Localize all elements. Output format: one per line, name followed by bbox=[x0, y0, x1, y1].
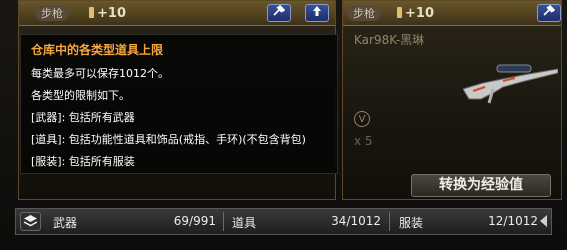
card-header: 步枪 +10 bbox=[343, 1, 561, 26]
upgrade-button[interactable] bbox=[305, 4, 329, 22]
item-count-value: 34/1012 bbox=[331, 214, 381, 228]
weapon-name: Kar98K-黑琳 bbox=[354, 33, 425, 47]
tooltip-line: [武器]: 包括所有武器 bbox=[31, 111, 135, 124]
level-icon bbox=[397, 7, 402, 18]
storage-capacity-bar: 武器 69/991 道具 34/1012 服装 12/1012 bbox=[15, 208, 552, 235]
wrench-screwdriver-icon bbox=[273, 4, 286, 16]
weapon-count-value: 69/991 bbox=[173, 214, 216, 228]
scroll-left-icon[interactable] bbox=[540, 215, 547, 227]
item-count: x 5 bbox=[354, 134, 373, 148]
tooltip-line: 每类最多可以保存1012个。 bbox=[31, 67, 169, 80]
category-tag: 步枪 bbox=[35, 6, 69, 21]
divider bbox=[223, 212, 224, 231]
upgrade-level-value: +10 bbox=[405, 6, 434, 21]
wrench-screwdriver-icon bbox=[543, 4, 556, 16]
category-tag: 步枪 bbox=[347, 6, 381, 21]
tooltip-line: 各类型的限制如下。 bbox=[31, 89, 130, 102]
upgrade-level: +10 bbox=[397, 5, 434, 22]
tools-icon[interactable] bbox=[267, 4, 291, 22]
tooltip-line: [服装]: 包括所有服装 bbox=[31, 155, 135, 168]
convert-to-exp-button[interactable]: 转换为经验值 bbox=[411, 174, 551, 197]
upgrade-level-value: +10 bbox=[97, 6, 126, 21]
divider bbox=[389, 212, 390, 231]
tooltip-title: 仓库中的各类型道具上限 bbox=[31, 43, 164, 57]
sniper-rifle-image bbox=[463, 64, 558, 104]
card-header: 步枪 +10 bbox=[19, 1, 335, 26]
circle-v-icon: V bbox=[354, 111, 370, 127]
weapon-count-label: 武器 bbox=[53, 216, 78, 230]
arrow-up-icon bbox=[313, 6, 321, 16]
tools-icon[interactable] bbox=[537, 4, 561, 22]
costume-count-label: 服装 bbox=[399, 216, 424, 230]
upgrade-level: +10 bbox=[89, 5, 126, 22]
costume-count-value: 12/1012 bbox=[488, 214, 538, 228]
storage-limit-tooltip: 仓库中的各类型道具上限 每类最多可以保存1012个。 各类型的限制如下。 [武器… bbox=[20, 34, 338, 174]
layers-icon[interactable] bbox=[20, 212, 41, 231]
item-count-label: 道具 bbox=[232, 216, 257, 230]
level-icon bbox=[89, 7, 94, 18]
weapon-card-right[interactable]: 步枪 +10 Kar98K-黑琳 V x 5 转换为经验值 bbox=[342, 0, 562, 200]
tooltip-line: [道具]: 包括功能性道具和饰品(戒指、手环)(不包含背包) bbox=[31, 133, 306, 146]
